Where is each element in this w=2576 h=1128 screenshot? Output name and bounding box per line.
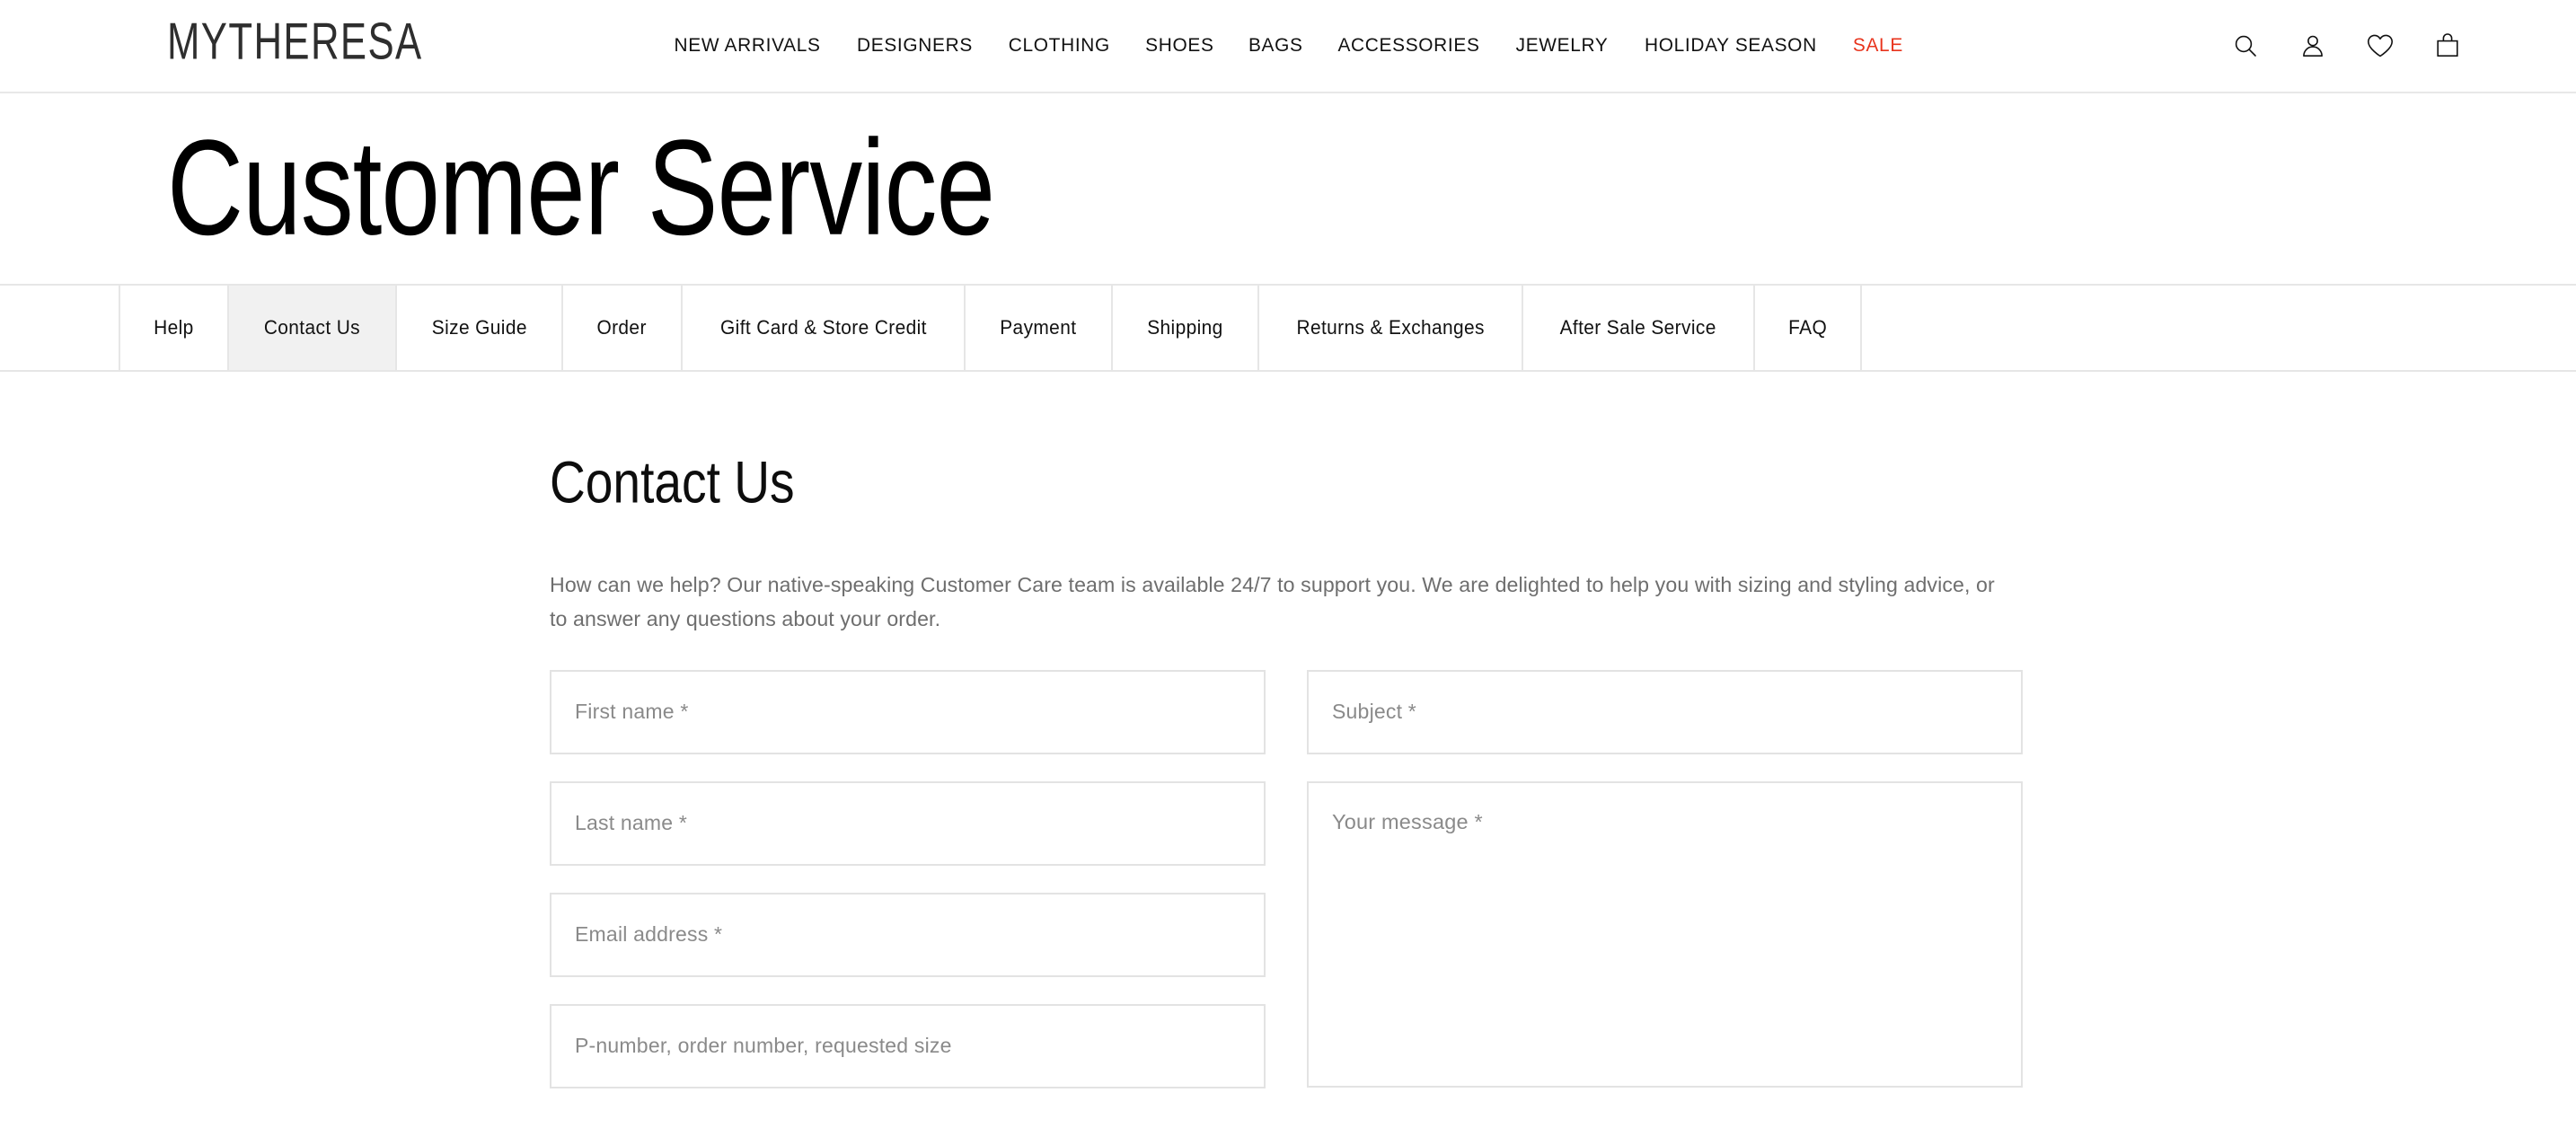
tab-faq[interactable]: FAQ [1754, 286, 1862, 370]
contact-us-heading: Contact Us [550, 449, 795, 516]
customer-service-tabbar: Help Contact Us Size Guide Order Gift Card &… [0, 284, 2576, 372]
tabbar-left-spacer [0, 286, 120, 370]
contact-us-content: Contact Us How can we help? Our native-s… [0, 372, 2576, 1088]
nav-link-jewelry[interactable]: JEWELRY [1511, 31, 1614, 60]
shopping-bag-icon[interactable] [2432, 31, 2463, 61]
nav-link-designers[interactable]: DESIGNERS [851, 31, 978, 60]
tab-label: After Sale Service [1559, 316, 1717, 339]
nav-link-shoes[interactable]: SHOES [1140, 31, 1219, 60]
tab-label: Help [154, 316, 194, 339]
tab-container: Help Contact Us Size Guide Order Gift Card &… [120, 286, 1862, 370]
nav-link-sale[interactable]: SALE [1848, 31, 1909, 60]
tab-contact-us[interactable]: Contact Us [228, 286, 397, 370]
header-icon-group [2230, 31, 2463, 61]
contact-form-right-column: Subject * Your message * [1307, 669, 2023, 1088]
site-header: MYTHERESA NEW ARRIVALS DESIGNERS CLOTHING S… [0, 0, 2576, 93]
tab-returns-exchanges[interactable]: Returns & Exchanges [1258, 286, 1524, 370]
tabbar-right-spacer [1861, 286, 2576, 370]
tab-label: Size Guide [431, 316, 527, 339]
subject-field-placeholder: Subject * [1332, 700, 1416, 724]
tab-label: Contact Us [263, 316, 360, 339]
tab-label: Payment [1000, 316, 1077, 339]
nav-link-new-arrivals[interactable]: NEW ARRIVALS [669, 31, 826, 60]
tab-order[interactable]: Order [563, 286, 683, 370]
nav-link-clothing[interactable]: CLOTHING [1003, 31, 1116, 60]
contact-form: First name * Last name * Email address * P-… [550, 669, 2023, 1088]
tab-shipping[interactable]: Shipping [1113, 286, 1259, 370]
tab-help[interactable]: Help [120, 286, 229, 370]
tab-payment[interactable]: Payment [966, 286, 1114, 370]
first-name-field-placeholder: First name * [575, 700, 689, 724]
order-reference-field-placeholder: P-number, order number, requested size [575, 1034, 952, 1058]
nav-link-accessories[interactable]: ACCESSORIES [1333, 31, 1486, 60]
email-address-field-placeholder: Email address * [575, 922, 723, 947]
search-icon[interactable] [2230, 31, 2261, 61]
tab-gift-card-store-credit[interactable]: Gift Card & Store Credit [682, 286, 966, 370]
subject-field[interactable]: Subject * [1307, 669, 2023, 754]
wishlist-heart-icon[interactable] [2365, 31, 2395, 61]
tab-after-sale-service[interactable]: After Sale Service [1523, 286, 1755, 370]
last-name-field[interactable]: Last name * [550, 780, 1266, 866]
account-icon[interactable] [2298, 31, 2328, 61]
email-address-field[interactable]: Email address * [550, 892, 1266, 977]
message-textarea[interactable]: Your message * [1307, 780, 2023, 1088]
order-reference-field[interactable]: P-number, order number, requested size [550, 1003, 1266, 1088]
tab-label: Shipping [1147, 316, 1223, 339]
tab-label: Returns & Exchanges [1296, 316, 1485, 339]
last-name-field-placeholder: Last name * [575, 811, 688, 835]
contact-form-left-column: First name * Last name * Email address * P-… [550, 669, 1266, 1088]
nav-link-holiday-season[interactable]: HOLIDAY SEASON [1639, 31, 1822, 60]
message-textarea-placeholder: Your message * [1332, 809, 1483, 833]
nav-link-bags[interactable]: BAGS [1243, 31, 1308, 60]
tab-label: Order [596, 316, 648, 339]
tab-size-guide[interactable]: Size Guide [396, 286, 564, 370]
main-nav-list: NEW ARRIVALS DESIGNERS CLOTHING SHOES BAGS AC… [666, 31, 1910, 60]
page-title-section: Customer Service [0, 93, 2576, 284]
tab-label: FAQ [1787, 316, 1827, 339]
tab-label: Gift Card & Store Credit [719, 316, 927, 339]
first-name-field[interactable]: First name * [550, 669, 1266, 754]
mytheresa-logo[interactable]: MYTHERESA [167, 11, 423, 71]
page-title: Customer Service [167, 112, 995, 264]
contact-us-intro: How can we help? Our native-speaking Cus… [550, 572, 1995, 630]
